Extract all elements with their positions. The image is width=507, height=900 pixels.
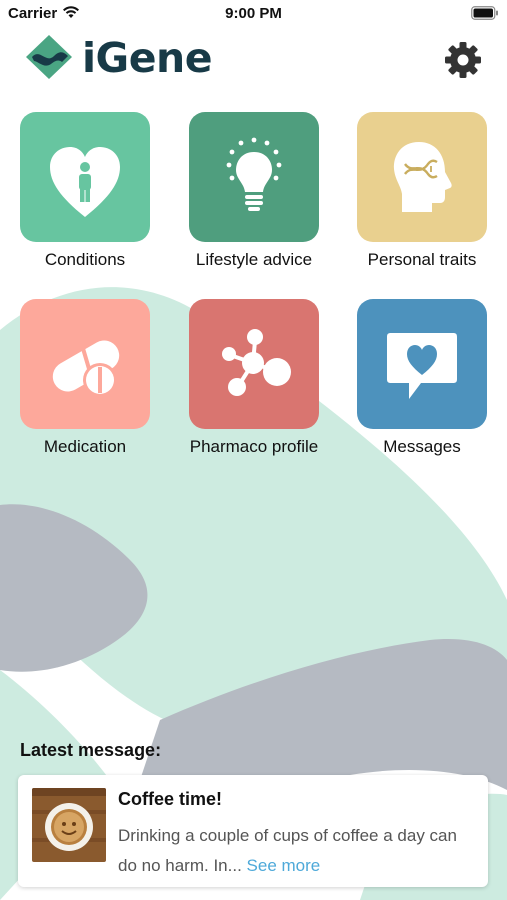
lightbulb-icon xyxy=(226,137,282,211)
message-preview: Drinking a couple of cups of coffee a da… xyxy=(118,821,468,881)
tile-personal-traits[interactable]: Personal traits xyxy=(347,112,497,270)
heart-person-icon xyxy=(50,147,120,217)
tile-label: Medication xyxy=(43,437,127,456)
gear-icon[interactable] xyxy=(443,40,483,80)
tile-label: Lifestyle advice xyxy=(195,250,313,269)
tile-lifestyle-advice[interactable]: Lifestyle advice xyxy=(179,112,329,270)
coffee-cup-icon xyxy=(32,788,106,862)
tile-pharmaco-profile[interactable]: Pharmaco profile xyxy=(179,299,329,457)
latest-message-heading: Latest message: xyxy=(20,740,162,760)
latest-message-card[interactable]: Coffee time! Drinking a couple of cups o… xyxy=(18,775,488,887)
tile-label: Personal traits xyxy=(367,250,477,269)
app-header: iGene xyxy=(0,30,507,90)
tile-label: Pharmaco profile xyxy=(189,437,319,456)
message-heart-icon xyxy=(387,333,457,399)
head-dna-icon xyxy=(393,142,452,212)
status-bar: Carrier 9:00 PM xyxy=(0,0,507,28)
tile-label: Messages xyxy=(383,437,461,456)
igene-logo-icon xyxy=(26,35,72,79)
molecule-icon xyxy=(222,329,291,396)
tile-medication[interactable]: Medication xyxy=(10,299,160,457)
see-more-link[interactable]: See more xyxy=(247,856,321,875)
tile-conditions[interactable]: Conditions xyxy=(10,112,160,270)
pills-icon xyxy=(52,340,120,397)
tile-label: Conditions xyxy=(44,250,126,269)
message-title: Coffee time! xyxy=(118,789,223,809)
tile-messages[interactable]: Messages xyxy=(347,299,497,457)
app-title: iGene xyxy=(82,34,213,82)
status-time: 9:00 PM xyxy=(225,5,282,22)
battery-icon xyxy=(471,6,498,20)
